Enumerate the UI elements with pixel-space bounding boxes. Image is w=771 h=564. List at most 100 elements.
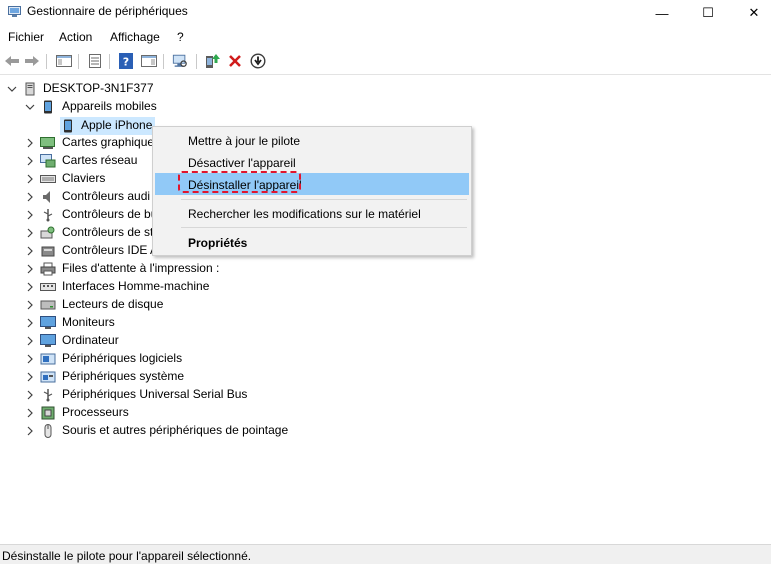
disable-icon — [250, 53, 266, 69]
chevron-right-icon[interactable] — [25, 389, 35, 401]
close-button[interactable]: ✕ — [731, 0, 771, 26]
annotation-highlight-box — [178, 171, 301, 193]
chevron-right-icon[interactable] — [25, 299, 35, 311]
tree-root[interactable]: DESKTOP-3N1F377 — [0, 80, 771, 98]
chevron-right-icon[interactable] — [25, 191, 35, 203]
uninstall-device-button[interactable] — [227, 53, 243, 69]
ide-controller-icon — [41, 246, 55, 257]
window-title: Gestionnaire de périphériques — [27, 4, 188, 18]
chevron-right-icon[interactable] — [25, 209, 35, 221]
category-label: Contrôleurs de bu — [62, 207, 158, 221]
tree-category[interactable]: Files d'attente à l'impression : — [0, 260, 771, 278]
minimize-icon: — — [655, 5, 669, 21]
disk-drive-icon — [40, 300, 56, 310]
menu-item-scan-hardware[interactable]: Rechercher les modifications sur le maté… — [155, 202, 469, 224]
chevron-right-icon[interactable] — [25, 353, 35, 365]
menu-fichier[interactable]: Fichier — [8, 30, 44, 44]
chevron-right-icon[interactable] — [25, 281, 35, 293]
chevron-right-icon[interactable] — [25, 263, 35, 275]
disable-device-button[interactable] — [250, 53, 266, 69]
speaker-icon — [43, 191, 50, 203]
menu-affichage[interactable]: Affichage — [110, 30, 160, 44]
action-pane-button[interactable] — [141, 53, 157, 69]
chevron-down-icon[interactable] — [7, 83, 17, 95]
printer-icon — [40, 262, 56, 276]
tree-category[interactable]: Moniteurs — [0, 314, 771, 332]
usb-icon — [43, 389, 53, 402]
chevron-right-icon[interactable] — [25, 227, 35, 239]
forward-icon — [25, 56, 39, 66]
update-driver-button[interactable] — [204, 53, 220, 69]
computer-icon — [40, 334, 56, 347]
category-label: Périphériques système — [62, 369, 185, 383]
maximize-icon: ☐ — [702, 5, 714, 20]
tree-category[interactable]: Périphériques système — [0, 368, 771, 386]
category-label: Appareils mobiles — [62, 99, 157, 113]
tree-category[interactable]: Ordinateur — [0, 332, 771, 350]
status-bar: Désinstalle le pilote pour l'appareil sé… — [0, 545, 771, 564]
mobile-device-icon — [44, 100, 52, 114]
chevron-right-icon[interactable] — [25, 317, 35, 329]
chevron-right-icon[interactable] — [25, 137, 35, 149]
scan-hardware-button[interactable] — [172, 53, 188, 69]
scan-hardware-icon — [172, 54, 187, 67]
menu-help[interactable]: ? — [177, 30, 184, 44]
properties-icon — [89, 54, 101, 68]
menu-bar: Fichier Action Affichage ? — [0, 28, 771, 48]
category-label: Périphériques Universal Serial Bus — [62, 387, 248, 401]
forward-button[interactable] — [24, 53, 40, 69]
chevron-right-icon[interactable] — [25, 335, 35, 347]
help-button[interactable]: ? — [118, 53, 134, 69]
tree-category[interactable]: Souris et autres périphériques de pointa… — [0, 422, 771, 440]
chevron-right-icon[interactable] — [25, 371, 35, 383]
chevron-right-icon[interactable] — [25, 425, 35, 437]
tree-category[interactable]: Périphériques Universal Serial Bus — [0, 386, 771, 404]
chevron-right-icon[interactable] — [25, 407, 35, 419]
category-label: Souris et autres périphériques de pointa… — [62, 423, 289, 437]
mobile-device-icon — [64, 119, 72, 133]
back-button[interactable] — [4, 53, 20, 69]
software-device-icon — [40, 353, 56, 365]
toolbar: ? — [0, 50, 771, 74]
menu-item-update-driver[interactable]: Mettre à jour le pilote — [155, 129, 469, 151]
menu-action[interactable]: Action — [59, 30, 92, 44]
system-device-icon — [40, 371, 56, 383]
device-manager-app-icon — [8, 6, 21, 17]
menu-item-properties[interactable]: Propriétés — [155, 231, 469, 253]
show-action-pane-icon — [141, 55, 157, 67]
chevron-right-icon[interactable] — [25, 155, 35, 167]
monitor-icon — [40, 316, 56, 329]
tree-category[interactable]: Interfaces Homme-machine — [0, 278, 771, 296]
console-tree-button[interactable] — [56, 53, 72, 69]
category-label: Files d'attente à l'impression : — [62, 261, 220, 275]
hid-icon — [40, 283, 56, 291]
status-text: Désinstalle le pilote pour l'appareil sé… — [2, 549, 252, 563]
help-icon: ? — [119, 53, 133, 69]
title-bar: Gestionnaire de périphériques — ☐ ✕ — [0, 0, 771, 26]
category-label: Cartes graphiques — [62, 135, 161, 149]
category-label: Périphériques logiciels — [62, 351, 183, 365]
usb-icon — [43, 209, 53, 222]
network-adapter-icon — [40, 154, 56, 168]
category-label: Contrôleurs IDE A — [62, 243, 159, 257]
maximize-button[interactable]: ☐ — [685, 0, 731, 26]
menu-item-disable-device[interactable]: Désactiver l'appareil — [155, 151, 469, 173]
back-icon — [5, 56, 19, 66]
category-label: Moniteurs — [62, 315, 115, 329]
tree-category[interactable]: Lecteurs de disque — [0, 296, 771, 314]
show-hide-console-tree-icon — [56, 55, 72, 67]
minimize-button[interactable]: — — [639, 0, 685, 26]
chevron-down-icon[interactable] — [25, 101, 35, 113]
chevron-right-icon[interactable] — [25, 245, 35, 257]
tree-category-mobile-devices[interactable]: Appareils mobiles — [0, 98, 771, 116]
category-label: Interfaces Homme-machine — [62, 279, 210, 293]
computer-icon — [25, 82, 35, 96]
tree-category[interactable]: Processeurs — [0, 404, 771, 422]
category-label: Lecteurs de disque — [62, 297, 164, 311]
tree-root-label: DESKTOP-3N1F377 — [43, 81, 154, 95]
tree-category[interactable]: Périphériques logiciels — [0, 350, 771, 368]
properties-button[interactable] — [87, 53, 103, 69]
chevron-right-icon[interactable] — [25, 173, 35, 185]
category-label: Contrôleurs de st — [62, 225, 154, 239]
storage-controller-icon — [40, 226, 55, 239]
